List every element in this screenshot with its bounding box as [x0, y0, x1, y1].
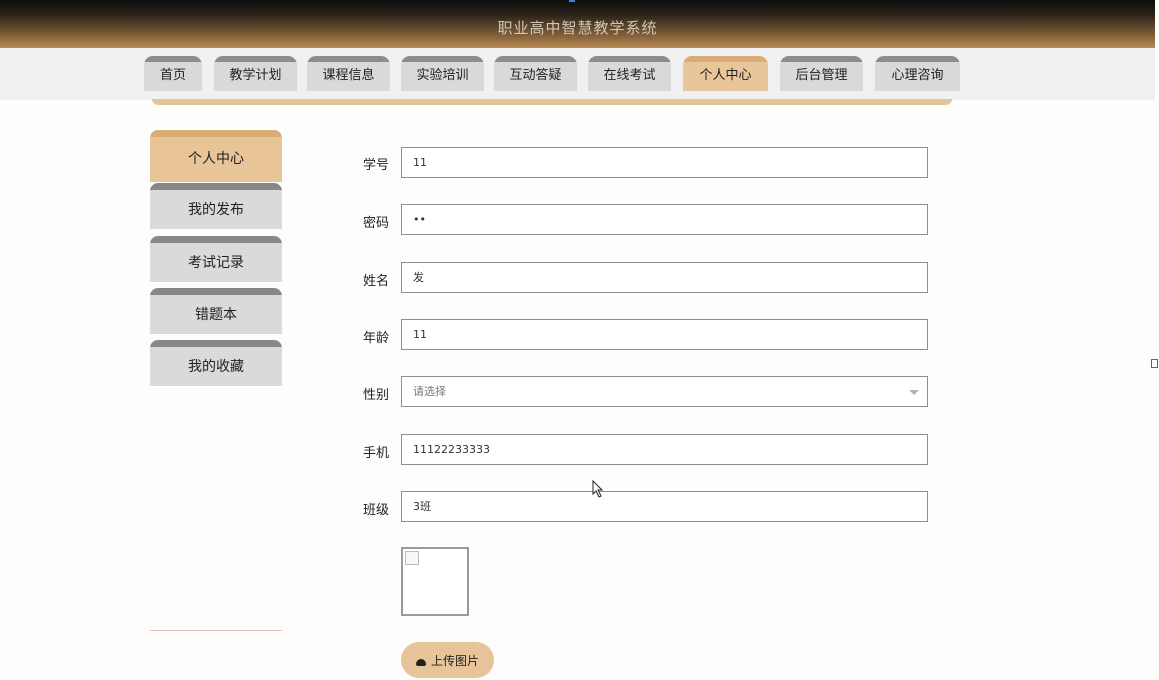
student-id-label: 学号 — [363, 158, 390, 173]
mouse-cursor-icon — [592, 480, 604, 498]
broken-image-icon — [405, 551, 419, 565]
class-label: 班级 — [363, 503, 390, 518]
nav-tab-home[interactable]: 首页 — [144, 56, 202, 91]
sidebar-item-wrong-questions[interactable]: 错题本 — [150, 288, 282, 334]
student-id-input[interactable]: 11 — [401, 147, 928, 178]
scrollbar-handle[interactable] — [1151, 359, 1158, 368]
gender-select-placeholder: 请选择 — [413, 385, 446, 398]
class-input[interactable]: 3班 — [401, 491, 928, 522]
sidebar-item-personal-center[interactable]: 个人中心 — [150, 130, 282, 182]
nav-tab-personal-center[interactable]: 个人中心 — [683, 56, 768, 91]
nav-tab-admin[interactable]: 后台管理 — [780, 56, 863, 91]
password-label: 密码 — [363, 216, 390, 231]
gender-select[interactable]: 请选择 — [401, 376, 928, 407]
top-header: 职业高中智慧教学系统 — [0, 0, 1155, 48]
nav-tab-online-exam[interactable]: 在线考试 — [588, 56, 671, 91]
nav-tab-counseling[interactable]: 心理咨询 — [875, 56, 960, 91]
sidebar-divider — [150, 630, 282, 631]
phone-input[interactable]: 11122233333 — [401, 434, 928, 465]
phone-label: 手机 — [363, 446, 390, 461]
name-label: 姓名 — [363, 274, 390, 289]
sidebar-item-favorites[interactable]: 我的收藏 — [150, 340, 282, 386]
nav-tab-teaching-plan[interactable]: 教学计划 — [214, 56, 297, 91]
site-title: 职业高中智慧教学系统 — [497, 19, 658, 37]
nav-tab-course-info[interactable]: 课程信息 — [307, 56, 390, 91]
age-label: 年龄 — [363, 331, 390, 346]
upload-button-label: 上传图片 — [430, 654, 479, 668]
age-input[interactable]: 11 — [401, 319, 928, 350]
sidebar-item-exam-records[interactable]: 考试记录 — [150, 236, 282, 282]
cloud-upload-icon — [415, 659, 426, 666]
gender-label: 性别 — [363, 388, 390, 403]
avatar-image-preview — [401, 547, 469, 616]
password-input[interactable]: •• — [401, 204, 928, 235]
sidebar-item-my-posts[interactable]: 我的发布 — [150, 183, 282, 229]
nav-tab-experiment-training[interactable]: 实验培训 — [401, 56, 484, 91]
chevron-down-icon — [909, 390, 919, 395]
name-input[interactable]: 发 — [401, 262, 928, 293]
nav-underline — [152, 99, 952, 105]
nav-tab-interactive-qa[interactable]: 互动答疑 — [494, 56, 577, 91]
top-indicator — [569, 0, 575, 2]
